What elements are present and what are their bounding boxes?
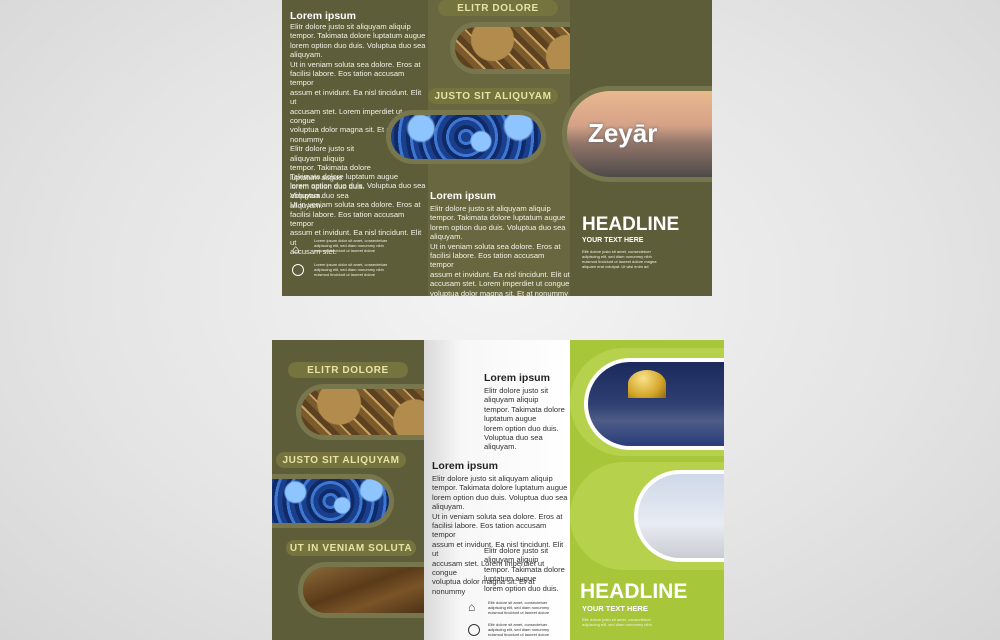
bottom-right-panel: HEADLINE YOUR TEXT HERE Elitr dolore jus… — [570, 340, 724, 640]
bottom-body-1: Elitr dolore justo sit aliquyam aliquip … — [484, 386, 565, 452]
bottom-globe-icon — [468, 624, 480, 636]
bottom-blue-image — [272, 474, 394, 528]
bottom-body-3: Elitr dolore justo sit aliquyam aliquip … — [484, 546, 565, 593]
bottom-gold-dome — [628, 370, 666, 398]
bottom-tag-elitr: ELITR DOLORE — [288, 362, 408, 378]
top-tag-elitr: ELITR DOLORE — [438, 0, 558, 16]
brand-logo: Zeyār — [588, 118, 658, 148]
bottom-headline: HEADLINE — [580, 580, 688, 603]
top-contact-1: Lorem ipsum dolor sit amet, consectetuer… — [314, 238, 388, 253]
globe-icon — [292, 264, 304, 276]
top-subline: YOUR TEXT HERE — [582, 237, 644, 244]
top-brochure: Lorem ipsum Elitr dolore justo sit aliqu… — [282, 0, 712, 298]
top-headline: HEADLINE — [582, 214, 680, 235]
top-middle-panel: ELITR DOLORE JUSTO SIT ALIQUYAM Lorem ip… — [386, 0, 610, 298]
top-right-panel: Zeyār HEADLINE YOUR TEXT HERE Elitr dolo… — [562, 0, 712, 296]
top-contact-2: Lorem ipsum dolor sit amet, consectetuer… — [314, 262, 388, 277]
bottom-brochure: ELITR DOLORE JUSTO SIT ALIQUYAM UT IN VE… — [272, 340, 724, 640]
bottom-title-2: Lorem ipsum — [432, 460, 498, 472]
top-fine-print: Elitr dolore justo sit amet, consectetue… — [582, 249, 657, 269]
bottom-mosque-image-2 — [634, 470, 724, 562]
bottom-title-1: Lorem ipsum — [484, 372, 550, 384]
top-mid-title: Lorem ipsum — [430, 190, 496, 202]
top-mid-body: Elitr dolore justo sit aliquyam aliquip … — [430, 204, 570, 298]
bottom-contact-1: Elitr dolore sit amet, consectetuer adip… — [488, 600, 550, 615]
bottom-subline: YOUR TEXT HERE — [582, 604, 648, 613]
bottom-tag-justo: JUSTO SIT ALIQUYAM — [276, 452, 406, 468]
bottom-fine-print: Elitr dolore justo sit amet, consectetue… — [582, 617, 652, 627]
top-blue-image — [386, 110, 546, 164]
bottom-middle-panel: Lorem ipsum Elitr dolore justo sit aliqu… — [424, 340, 570, 640]
bottom-contact-2: Elitr dolore sit amet, consectetuer adip… — [488, 622, 550, 637]
bottom-home-icon: ⌂ — [468, 600, 476, 614]
home-icon: ⌂ — [292, 242, 300, 256]
top-tag-justo: JUSTO SIT ALIQUYAM — [428, 88, 558, 104]
top-left-title: Lorem ipsum — [290, 10, 356, 22]
bottom-left-panel: ELITR DOLORE JUSTO SIT ALIQUYAM UT IN VE… — [272, 340, 460, 640]
bottom-tag-ut: UT IN VENIAM SOLUTA — [286, 540, 416, 556]
